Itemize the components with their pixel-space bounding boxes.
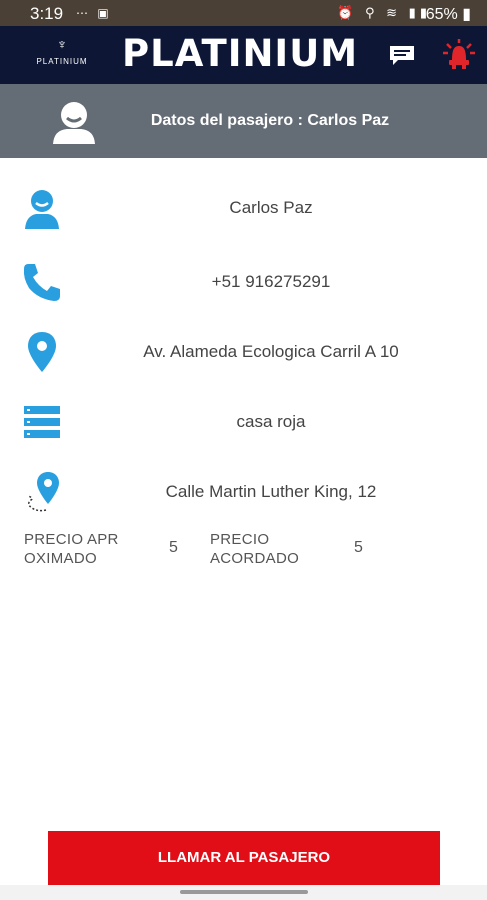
battery-level: 65% ▮ [425,6,471,23]
home-handle[interactable] [180,890,308,894]
person-icon [25,190,59,229]
pickup-address: Av. Alameda Ecologica Carril A 10 [143,342,399,361]
location-pin-icon [28,332,56,372]
chat-icon[interactable] [388,44,416,66]
logo-text: PLATINIUM [36,57,88,66]
passenger-data-title: Datos del pasajero : Carlos Paz [150,112,390,129]
call-passenger-button[interactable]: LLAMAR AL PASAJERO [48,831,440,885]
destination-row: Calle Martin Luther King, 12 [0,462,487,522]
approx-price-label: PRECIO APR OXIMADO [24,531,119,567]
app-header: ♆ PLATINIUM PLATINIUM [0,26,487,84]
passenger-name-row: Carlos Paz [0,178,487,238]
list-icon [24,406,60,438]
phone-icon[interactable] [20,260,64,304]
approx-price-value: 5 [169,539,178,556]
agreed-price-label: PRECIO ACORDADO [210,531,300,567]
passenger-name: Carlos Paz [229,198,313,217]
reference-row: casa roja [0,392,487,452]
app-logo: ♆ PLATINIUM [34,34,90,78]
brand-title: PLATINIUM [122,32,359,75]
passenger-phone: +51 916275291 [211,272,331,291]
address-reference: casa roja [236,412,306,431]
phone-row[interactable]: +51 916275291 [0,252,487,312]
passenger-header-band: Datos del pasajero : Carlos Paz [0,84,487,158]
logo-mark-icon: ♆ [56,36,68,52]
agreed-price-value: 5 [354,539,363,556]
destination-address: Calle Martin Luther King, 12 [165,482,377,501]
destination-route-icon [27,472,59,512]
avatar-icon [53,102,95,144]
alarm-icon[interactable] [440,38,478,72]
status-time: 3:19 [30,4,64,23]
system-status-icons: ⏰ ⚲ ≋ ▮▮ [337,5,431,20]
status-bar: 3:19 ⋯ ▣ ⏰ ⚲ ≋ ▮▮ 65% ▮ [0,0,487,26]
notification-icons: ⋯ ▣ [76,6,112,20]
pickup-address-row: Av. Alameda Ecologica Carril A 10 [0,322,487,382]
system-nav-bar [0,885,487,900]
